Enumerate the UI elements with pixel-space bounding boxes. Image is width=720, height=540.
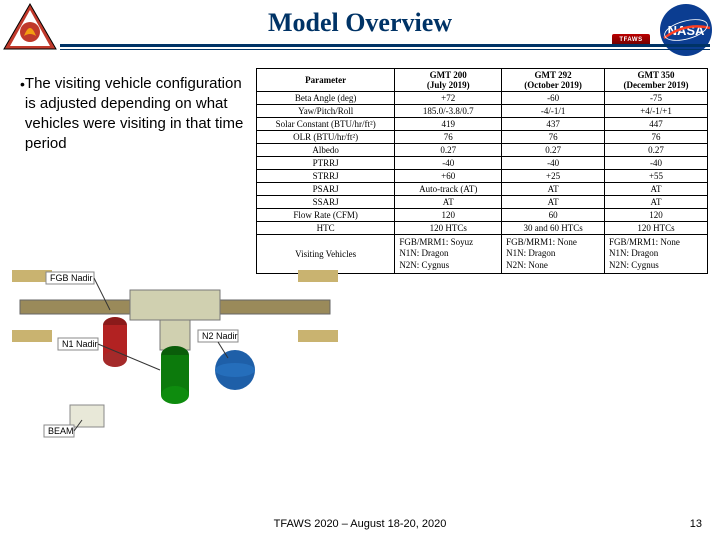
param-value: +72 (395, 92, 502, 105)
param-value: 120 (395, 209, 502, 222)
footer-text: TFAWS 2020 – August 18-20, 2020 (0, 518, 720, 530)
param-value: +25 (502, 170, 605, 183)
param-value: 0.27 (502, 144, 605, 157)
param-value: AT (605, 183, 708, 196)
table-row: Flow Rate (CFM)12060120 (257, 209, 708, 222)
param-value: 0.27 (395, 144, 502, 157)
mission-patch-icon (2, 2, 58, 58)
param-name: Solar Constant (BTU/hr/ft²) (257, 118, 395, 131)
param-value: AT (605, 196, 708, 209)
param-value: -4/-1/1 (502, 105, 605, 118)
param-value: 447 (605, 118, 708, 131)
col-parameter: Parameter (257, 69, 395, 92)
label-n1: N1 Nadir (62, 339, 98, 349)
table-row: PTRRJ-40-40-40 (257, 157, 708, 170)
param-value: 30 and 60 HTCs (502, 222, 605, 235)
param-name: Yaw/Pitch/Roll (257, 105, 395, 118)
param-value: 76 (395, 131, 502, 144)
param-value: 120 (605, 209, 708, 222)
label-n2: N2 Nadir (202, 331, 238, 341)
table-row: SSARJATATAT (257, 196, 708, 209)
col-gmt-2: GMT 292(October 2019) (502, 69, 605, 92)
param-value: -40 (395, 157, 502, 170)
param-name: OLR (BTU/hr/ft²) (257, 131, 395, 144)
table-row: Yaw/Pitch/Roll185.0/-3.8/0.7-4/-1/1+4/-1… (257, 105, 708, 118)
table-row: PSARJAuto-track (AT)ATAT (257, 183, 708, 196)
table-row: Albedo0.270.270.27 (257, 144, 708, 157)
visiting-vehicles-cell: FGB/MRM1: NoneN1N: DragonN2N: None (502, 235, 605, 274)
table-row: Solar Constant (BTU/hr/ft²)419437447 (257, 118, 708, 131)
col-gmt-1: GMT 200(July 2019) (395, 69, 502, 92)
bullet-text: The visiting vehicle configuration is ad… (25, 74, 250, 154)
param-value: 185.0/-3.8/0.7 (395, 105, 502, 118)
param-name: Flow Rate (CFM) (257, 209, 395, 222)
label-fgb: FGB Nadir (50, 273, 93, 283)
param-value: -60 (502, 92, 605, 105)
param-value: 120 HTCs (395, 222, 502, 235)
param-value: 60 (502, 209, 605, 222)
param-name: SSARJ (257, 196, 395, 209)
param-value: AT (395, 196, 502, 209)
table-row: STRRJ+60+25+55 (257, 170, 708, 183)
param-value: AT (502, 183, 605, 196)
param-name: PSARJ (257, 183, 395, 196)
param-value: +4/-1/+1 (605, 105, 708, 118)
label-beam: BEAM (48, 426, 74, 436)
page-number: 13 (690, 518, 702, 530)
param-value: 437 (502, 118, 605, 131)
col-gmt-3: GMT 350(December 2019) (605, 69, 708, 92)
param-name: Beta Angle (deg) (257, 92, 395, 105)
iss-diagram: FGB Nadir N1 Nadir N2 Nadir BEAM (10, 230, 340, 450)
param-value: Auto-track (AT) (395, 183, 502, 196)
bullet-item: • The visiting vehicle configuration is … (20, 74, 250, 154)
param-value: 76 (502, 131, 605, 144)
param-value: 0.27 (605, 144, 708, 157)
visiting-vehicles-cell: FGB/MRM1: SoyuzN1N: DragonN2N: Cygnus (395, 235, 502, 274)
visiting-vehicles-cell: FGB/MRM1: NoneN1N: DragonN2N: Cygnus (605, 235, 708, 274)
param-value: +55 (605, 170, 708, 183)
param-value: AT (502, 196, 605, 209)
param-value: 120 HTCs (605, 222, 708, 235)
param-value: -75 (605, 92, 708, 105)
param-name: PTRRJ (257, 157, 395, 170)
param-value: 76 (605, 131, 708, 144)
param-name: Albedo (257, 144, 395, 157)
param-value: +60 (395, 170, 502, 183)
param-value: -40 (605, 157, 708, 170)
table-row: Beta Angle (deg)+72-60-75 (257, 92, 708, 105)
param-name: STRRJ (257, 170, 395, 183)
param-value: -40 (502, 157, 605, 170)
table-row: OLR (BTU/hr/ft²)767676 (257, 131, 708, 144)
param-value: 419 (395, 118, 502, 131)
